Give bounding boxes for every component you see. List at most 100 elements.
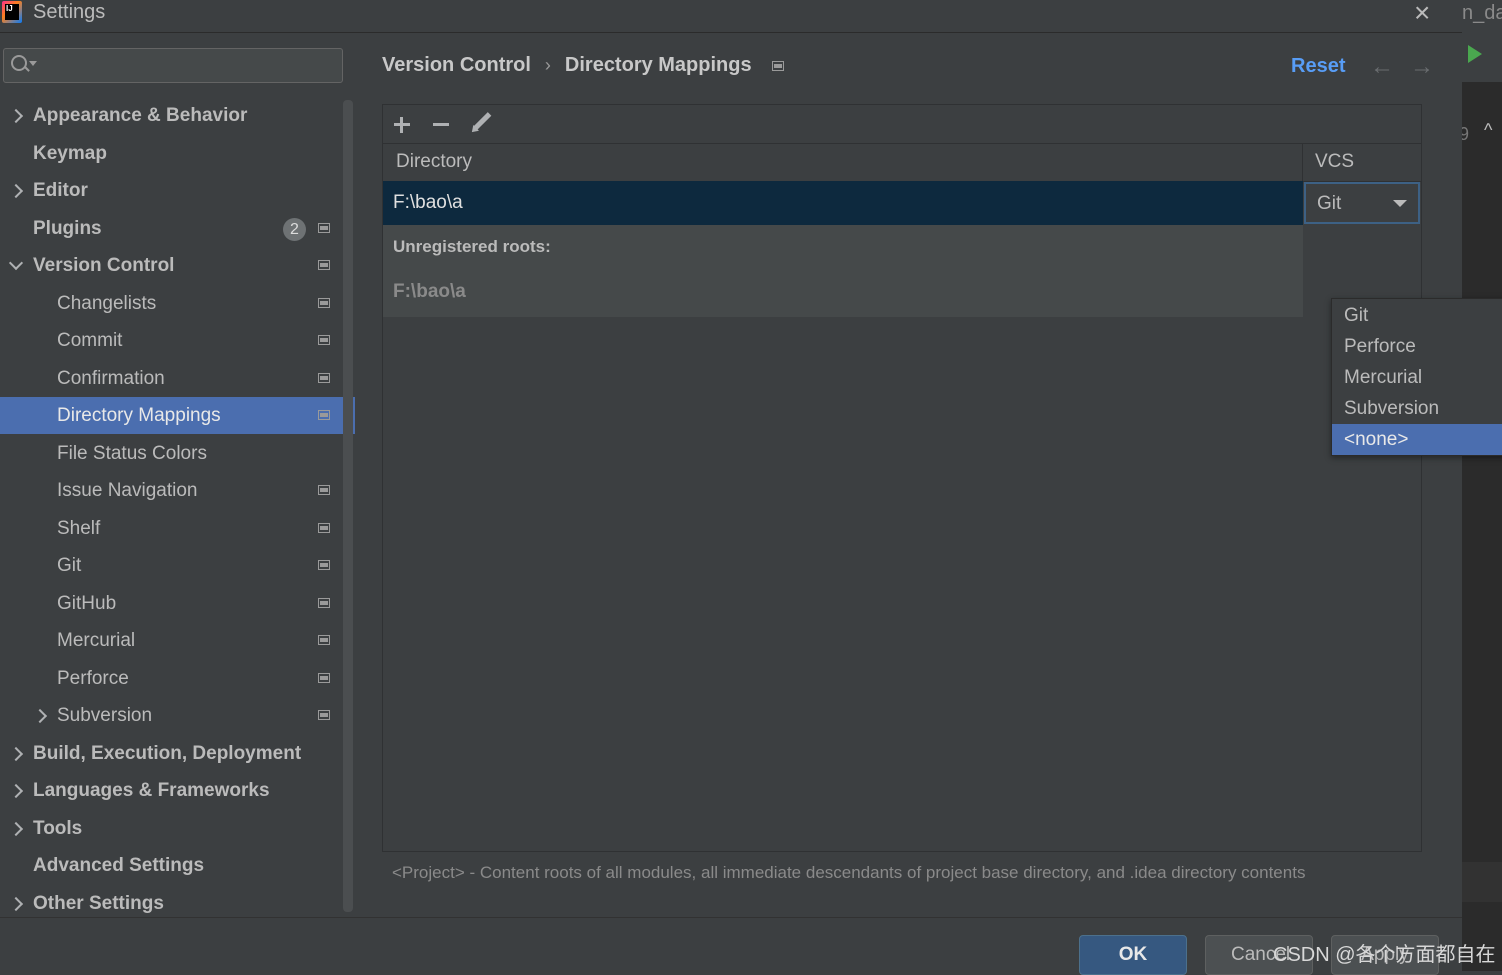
window-title: Settings (33, 1, 106, 23)
directory-cell[interactable]: F:\bao\a (393, 181, 463, 225)
ok-button[interactable]: OK (1079, 935, 1187, 975)
table-row[interactable]: F:\bao\a (383, 181, 1303, 225)
sidebar-item-advanced-settings[interactable]: Advanced Settings (0, 847, 355, 884)
sidebar-item-github[interactable]: GitHub (0, 585, 355, 622)
sidebar-item-label: Commit (57, 330, 123, 351)
search-field[interactable] (3, 48, 343, 83)
chevron-up-icon: ^ (1484, 120, 1493, 140)
vcs-dropdown-list: Git Perforce Mercurial Subversion <none> (1331, 298, 1502, 456)
project-scope-icon (318, 635, 330, 645)
sidebar-item-build-execution-deployment[interactable]: Build, Execution, Deployment (0, 735, 355, 772)
sidebar-item-label: Subversion (57, 705, 153, 726)
reset-link[interactable]: Reset (1291, 55, 1345, 78)
remove-button[interactable] (429, 111, 455, 137)
sidebar-scrollbar[interactable] (343, 100, 353, 912)
sidebar-item-label: Shelf (57, 517, 101, 539)
sidebar-item-changelists[interactable]: Changelists (0, 285, 355, 322)
project-scope-icon (318, 672, 330, 683)
sidebar-item-label: Plugins (33, 217, 102, 239)
background-ide-window: n_dao 9 ^ (1459, 0, 1502, 971)
mappings-toolbar (383, 105, 1421, 144)
project-scope-icon (318, 597, 330, 608)
chevron-right-icon[interactable] (8, 821, 24, 836)
column-divider[interactable] (1302, 143, 1303, 181)
sidebar-item-label: Tools (33, 817, 83, 839)
project-scope-icon (318, 485, 330, 495)
settings-content: Version Control › Directory Mappings Reset… (356, 33, 1502, 917)
sidebar-item-file-status-colors[interactable]: File Status Colors (0, 435, 355, 472)
sidebar-item-perforce[interactable]: Perforce (0, 660, 355, 697)
vcs-option-selected[interactable]: <none> (1332, 424, 1502, 455)
back-arrow-icon[interactable]: ← (1370, 53, 1394, 81)
unregistered-root-path[interactable]: F:\bao\a (393, 281, 466, 303)
vcs-option[interactable]: Git (1332, 300, 1502, 331)
sidebar-item-languages-frameworks[interactable]: Languages & Frameworks (0, 772, 355, 809)
breadcrumb: Version Control › Directory Mappings (382, 54, 784, 77)
sidebar-item-subversion[interactable]: Subversion (0, 697, 355, 734)
search-options-caret-icon[interactable] (29, 61, 37, 66)
sidebar-item-label: File Status Colors (57, 442, 207, 464)
unregistered-roots-title: Unregistered roots: (393, 237, 551, 256)
vcs-option[interactable]: Mercurial (1332, 362, 1502, 393)
sidebar-item-label: Appearance & Behavior (33, 105, 248, 126)
sidebar-item-label: Confirmation (57, 367, 165, 389)
sidebar-item-keymap[interactable]: Keymap (0, 135, 355, 172)
mappings-panel: Directory VCS F:\bao\a Git Unregistered … (382, 104, 1502, 852)
project-scope-icon (318, 410, 330, 420)
breadcrumb-item: Directory Mappings (564, 54, 752, 76)
chevron-right-icon[interactable] (8, 746, 24, 761)
sidebar-item-label: Build, Execution, Deployment (33, 742, 302, 764)
sidebar-item-label: Version Control (33, 255, 175, 276)
run-icon (1468, 45, 1482, 63)
sidebar-item-label: Keymap (33, 142, 107, 164)
chevron-right-icon[interactable] (8, 896, 24, 911)
table-header: Directory VCS (383, 143, 1421, 182)
sidebar-item-label: Changelists (57, 292, 157, 314)
minus-icon (433, 123, 449, 126)
sidebar-item-label: Mercurial (57, 630, 136, 651)
background-editor-tab: n_dao (1462, 0, 1502, 32)
sidebar-item-tools[interactable]: Tools (0, 810, 355, 847)
dropdown-arrow-icon (1393, 200, 1407, 207)
chevron-right-icon[interactable] (8, 783, 24, 799)
sidebar-item-mercurial[interactable]: Mercurial (0, 622, 355, 659)
close-icon[interactable]: × (1414, 0, 1430, 29)
vcs-option[interactable]: Subversion (1332, 393, 1502, 424)
sidebar-item-other-settings[interactable]: Other Settings (0, 885, 355, 922)
column-header-directory[interactable]: Directory (396, 143, 472, 181)
sidebar-item-directory-mappings[interactable]: Directory Mappings (0, 397, 355, 434)
vcs-option[interactable]: Perforce (1332, 331, 1502, 362)
plus-icon-stroke (400, 117, 403, 133)
sidebar-item-plugins[interactable]: Plugins 2 (0, 210, 355, 247)
sidebar-item-version-control[interactable]: Version Control (0, 247, 355, 284)
column-header-vcs[interactable]: VCS (1315, 143, 1354, 181)
search-icon (11, 55, 27, 71)
project-scope-icon (318, 260, 330, 270)
sidebar-item-shelf[interactable]: Shelf (0, 510, 355, 547)
sidebar-item-label: Languages & Frameworks (33, 780, 270, 801)
sidebar-item-git[interactable]: Git (0, 547, 355, 584)
chevron-right-icon[interactable] (8, 183, 24, 199)
edit-button[interactable] (468, 111, 494, 137)
sidebar-item-label: Git (57, 555, 82, 576)
background-highlight (1462, 862, 1502, 902)
forward-arrow-icon[interactable]: → (1410, 53, 1434, 81)
add-button[interactable] (390, 111, 416, 137)
project-scope-icon (771, 60, 784, 71)
sidebar-item-label: Issue Navigation (57, 480, 198, 501)
sidebar-item-label: GitHub (57, 592, 117, 614)
chevron-down-icon[interactable] (8, 255, 24, 271)
sidebar-item-issue-navigation[interactable]: Issue Navigation (0, 472, 355, 509)
sidebar-item-appearance-behavior[interactable]: Appearance & Behavior (0, 97, 355, 134)
update-count-badge: 2 (283, 217, 306, 241)
vcs-combobox[interactable]: Git (1304, 182, 1420, 224)
breadcrumb-item[interactable]: Version Control (382, 54, 531, 76)
sidebar-item-commit[interactable]: Commit (0, 322, 355, 359)
sidebar-item-editor[interactable]: Editor (0, 172, 355, 209)
vcs-selected-value: Git (1317, 193, 1342, 214)
chevron-right-icon[interactable] (32, 708, 48, 724)
sidebar-item-confirmation[interactable]: Confirmation (0, 360, 355, 397)
sidebar-item-label: Other Settings (33, 892, 164, 914)
chevron-right-icon[interactable] (8, 108, 24, 124)
unregistered-roots-section: Unregistered roots: F:\bao\a (383, 225, 1303, 317)
